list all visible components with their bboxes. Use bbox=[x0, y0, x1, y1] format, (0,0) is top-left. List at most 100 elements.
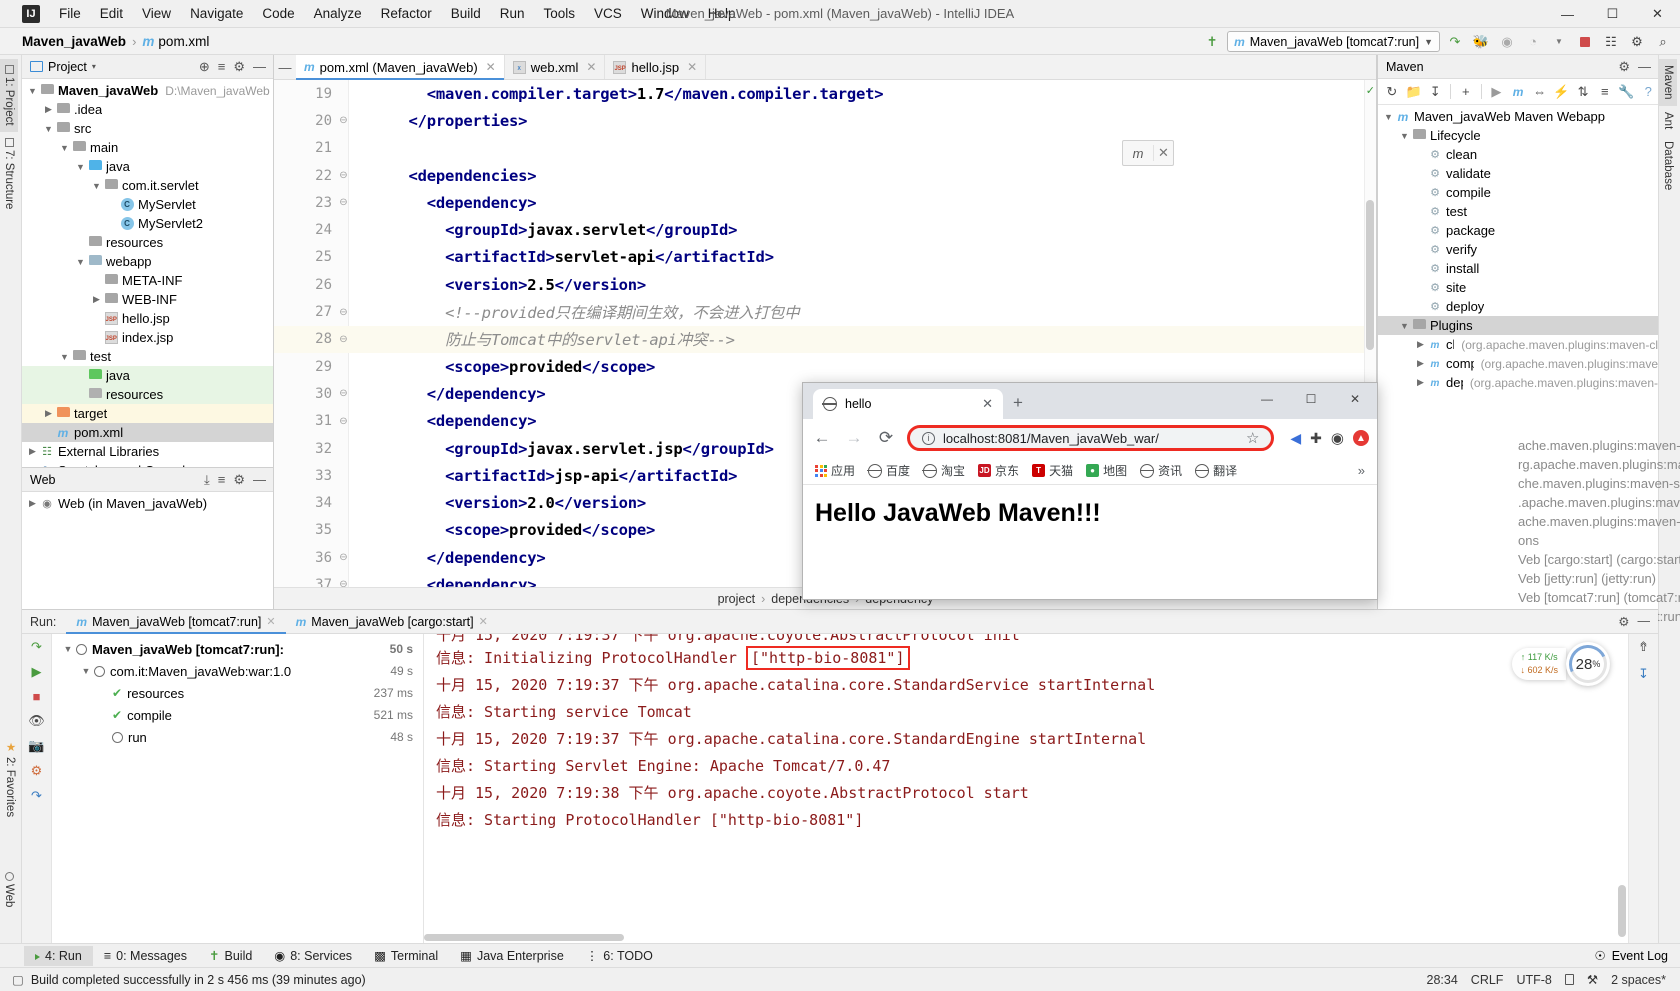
address-bar[interactable]: i localhost:8081/Maven_javaWeb_war/ ☆ bbox=[907, 425, 1275, 451]
browser-window-controls[interactable]: — ☐ ✕ bbox=[1245, 383, 1377, 415]
chevron-down-icon[interactable]: ▼ bbox=[74, 257, 87, 267]
git-icon[interactable]: ⚒ bbox=[1587, 972, 1598, 987]
code-fold-icon[interactable]: ⊖ bbox=[337, 307, 350, 318]
bird-extension-icon[interactable]: ◀ bbox=[1290, 430, 1301, 447]
maven-tree-row-occluded[interactable]: ons bbox=[1518, 533, 1680, 552]
hide-icon[interactable]: — bbox=[1635, 59, 1654, 74]
debug-button-icon[interactable]: 🐝 bbox=[1470, 31, 1492, 52]
offline-mode-icon[interactable]: ⚡ bbox=[1552, 84, 1572, 100]
expand-all-icon[interactable]: ⇅ bbox=[1573, 84, 1593, 100]
strip-tab-maven[interactable]: Maven bbox=[1659, 59, 1677, 106]
bookmark-item[interactable]: 翻译 bbox=[1194, 462, 1237, 479]
update-icon[interactable]: ▲ bbox=[1353, 430, 1369, 446]
minimize-button[interactable]: — bbox=[1545, 0, 1590, 28]
chevron-right-icon[interactable]: ▶ bbox=[42, 408, 55, 419]
tree-row[interactable]: ▶ ◉ Web (in Maven_javaWeb) bbox=[22, 494, 273, 513]
menu-run[interactable]: Run bbox=[491, 3, 534, 24]
chevron-down-icon[interactable]: ▼ bbox=[74, 162, 87, 172]
maximize-button[interactable]: ☐ bbox=[1590, 0, 1635, 28]
debug-icon[interactable]: ▶ bbox=[32, 664, 42, 680]
maven-tree-row-occluded[interactable]: Veb [tomcat7:run] (tomcat7:ru bbox=[1518, 590, 1680, 609]
tree-row[interactable]: ⚙ install bbox=[1378, 259, 1658, 278]
bookmark-item[interactable]: 资讯 bbox=[1139, 462, 1182, 479]
code-fold-icon[interactable]: ⊖ bbox=[337, 334, 350, 345]
gear-icon[interactable]: ⚙ bbox=[230, 472, 248, 488]
chevron-right-icon[interactable]: ▶ bbox=[42, 104, 55, 115]
tree-row[interactable]: resources bbox=[22, 233, 273, 252]
code-fold-icon[interactable]: ⊖ bbox=[337, 388, 350, 399]
tree-row[interactable]: m pom.xml bbox=[22, 423, 273, 442]
tree-row[interactable]: ▶m compiler (org.apache.maven.plugins:mave bbox=[1378, 354, 1658, 373]
tree-row[interactable]: C MyServlet2 bbox=[22, 214, 273, 233]
browser-tab-hello[interactable]: hello ✕ bbox=[813, 389, 1003, 419]
new-tab-icon[interactable]: + bbox=[1013, 393, 1023, 419]
chevron-right-icon[interactable]: ▶ bbox=[1414, 377, 1427, 388]
bookmark-item[interactable]: JD 京东 bbox=[978, 462, 1019, 479]
trace-icon[interactable]: 👁 bbox=[28, 713, 45, 729]
code-line[interactable]: 24 <groupId>javax.servlet</groupId> bbox=[274, 216, 1376, 243]
toolwindow-services[interactable]: ◉ 8: Services bbox=[263, 945, 363, 966]
indent-setting[interactable]: 2 spaces* bbox=[1611, 973, 1666, 987]
browser-toolbar[interactable]: ← → ⟳ i localhost:8081/Maven_javaWeb_war… bbox=[803, 419, 1377, 457]
code-line[interactable]: 27 ⊖ <!--provided只在编译期间生效，不会进入打包中 bbox=[274, 298, 1376, 325]
breadcrumb-project[interactable]: Maven_javaWeb bbox=[22, 34, 126, 49]
hide-icon[interactable]: — bbox=[1638, 614, 1651, 629]
menu-refactor[interactable]: Refactor bbox=[372, 3, 441, 24]
strip-tab-favorites[interactable]: ★ 2: Favorites bbox=[0, 734, 20, 823]
run-tree-row[interactable]: ▼ com.it:Maven_javaWeb:war:1.0 49 s bbox=[52, 660, 423, 682]
strip-tab-structure[interactable]: 7: Structure bbox=[0, 132, 18, 215]
toolwindow-run[interactable]: 4: Run bbox=[24, 945, 93, 966]
editor-tab-pom-xml[interactable]: m pom.xml (Maven_javaWeb) ✕ bbox=[296, 55, 505, 80]
tree-row[interactable]: ▶ target bbox=[22, 404, 273, 423]
rerun-icon[interactable]: ↷ bbox=[31, 639, 42, 655]
bookmark-item[interactable]: 应用 bbox=[815, 462, 855, 479]
tree-row[interactable]: resources bbox=[22, 385, 273, 404]
chevron-down-icon[interactable]: ▼ bbox=[60, 644, 76, 654]
run-console[interactable]: 十月 15, 2020 7:19:37 下午 org.apache.coyote… bbox=[424, 634, 1628, 943]
code-fold-icon[interactable]: ⊖ bbox=[337, 416, 350, 427]
toolwindow-terminal[interactable]: ▩ Terminal bbox=[363, 945, 449, 966]
layout-icon[interactable]: ☷ bbox=[1600, 31, 1622, 52]
breadcrumb-project[interactable]: project bbox=[718, 592, 756, 606]
toolwindow-build[interactable]: ✝ Build bbox=[198, 945, 263, 966]
chrome-browser-window[interactable]: hello ✕ + — ☐ ✕ ← → ⟳ i localhost:8081/M… bbox=[802, 382, 1378, 600]
intention-icon[interactable]: m bbox=[1123, 146, 1153, 161]
collapse-editor-icon[interactable]: — bbox=[274, 55, 296, 79]
tree-row[interactable]: C MyServlet bbox=[22, 195, 273, 214]
editor-tab-web-xml[interactable]: X web.xml ✕ bbox=[505, 55, 606, 79]
breadcrumb-file[interactable]: pom.xml bbox=[158, 34, 209, 49]
tree-row[interactable]: ▼ test bbox=[22, 347, 273, 366]
chevron-right-icon[interactable]: ▶ bbox=[1414, 339, 1427, 350]
run-tree-row[interactable]: run 48 s bbox=[52, 726, 423, 748]
maven-panel-tools[interactable]: ⚙ — bbox=[1615, 59, 1654, 75]
chevron-down-icon[interactable]: ▼ bbox=[1424, 37, 1433, 47]
close-icon[interactable]: ✕ bbox=[1153, 145, 1173, 161]
reload-icon[interactable]: ⟳ bbox=[875, 428, 897, 448]
gear-icon[interactable]: ⚙ bbox=[1618, 614, 1629, 629]
bookmark-item[interactable]: 淘宝 bbox=[922, 462, 965, 479]
code-fold-icon[interactable]: ⊖ bbox=[337, 552, 350, 563]
run-tree-row[interactable]: ▼ Maven_javaWeb [tomcat7:run]: 50 s bbox=[52, 638, 423, 660]
bookmark-item[interactable]: T 天猫 bbox=[1032, 462, 1073, 479]
tree-row[interactable]: ⚙ clean bbox=[1378, 145, 1658, 164]
scroll-down-icon[interactable]: ↧ bbox=[1638, 666, 1649, 682]
code-line[interactable]: 25 <artifactId>servlet-api</artifactId> bbox=[274, 244, 1376, 271]
tree-row[interactable]: ▼ main bbox=[22, 138, 273, 157]
tree-row[interactable]: META-INF bbox=[22, 271, 273, 290]
status-bar-right[interactable]: 28:34 CRLF UTF-8 ⚒ 2 spaces* bbox=[1427, 972, 1680, 988]
hide-icon[interactable]: — bbox=[250, 59, 269, 74]
run-right-toolbar[interactable]: ⇮ ↧ bbox=[1628, 634, 1658, 943]
tree-row[interactable]: ⚙ compile bbox=[1378, 183, 1658, 202]
run-panel-tools[interactable]: ⚙ — bbox=[1618, 614, 1658, 629]
browser-minimize-button[interactable]: — bbox=[1245, 383, 1289, 415]
menu-view[interactable]: View bbox=[133, 3, 180, 24]
chevron-down-icon[interactable]: ▼ bbox=[58, 352, 71, 362]
gear-icon[interactable]: ⚙ bbox=[1615, 59, 1633, 75]
run-button-icon[interactable]: ↷ bbox=[1444, 31, 1466, 52]
tree-row[interactable]: JSP index.jsp bbox=[22, 328, 273, 347]
web-tree[interactable]: ▶ ◉ Web (in Maven_javaWeb) bbox=[22, 492, 273, 609]
chevron-down-icon[interactable]: ▼ bbox=[42, 124, 55, 134]
menu-help[interactable]: Help bbox=[699, 3, 745, 24]
tree-row[interactable]: ▼ webapp bbox=[22, 252, 273, 271]
caret-position[interactable]: 28:34 bbox=[1427, 973, 1458, 987]
